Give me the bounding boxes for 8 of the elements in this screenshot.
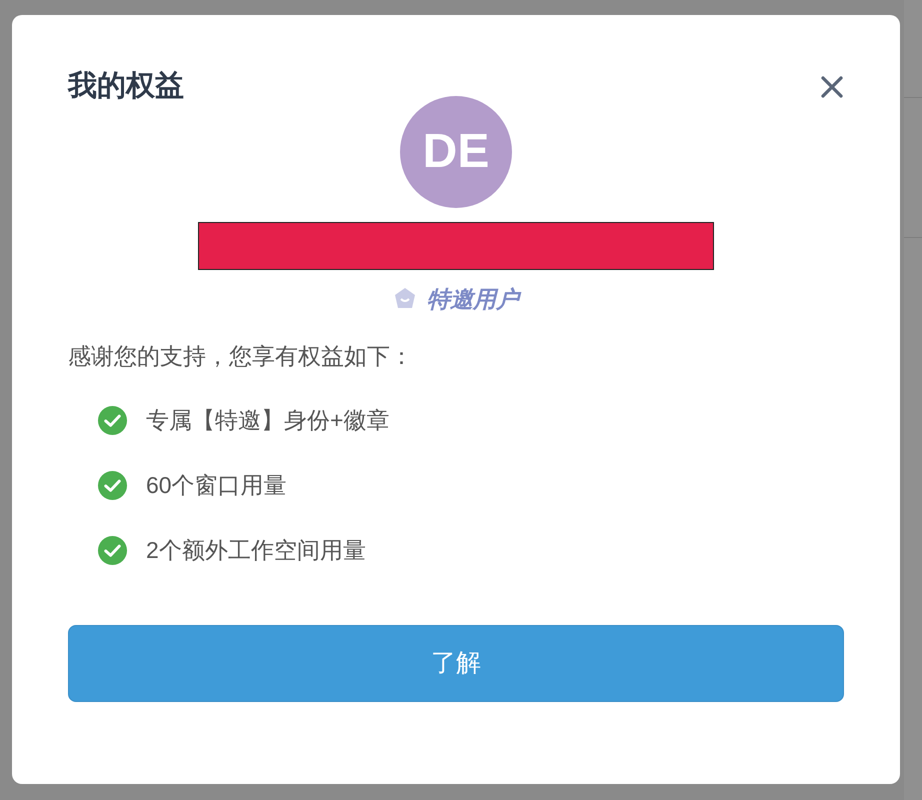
intro-text: 感谢您的支持，您享有权益如下： (68, 342, 414, 370)
badge-label: 特邀用户 (427, 282, 519, 316)
benefit-text: 2个额外工作空间用量 (146, 536, 366, 566)
benefit-text: 专属【特邀】身份+徽章 (146, 406, 390, 436)
confirm-button[interactable]: 了解 (68, 625, 844, 702)
benefit-text: 60个窗口用量 (146, 471, 287, 500)
avatar: DE (400, 96, 512, 208)
dialog-title: 我的权益 (68, 69, 184, 104)
